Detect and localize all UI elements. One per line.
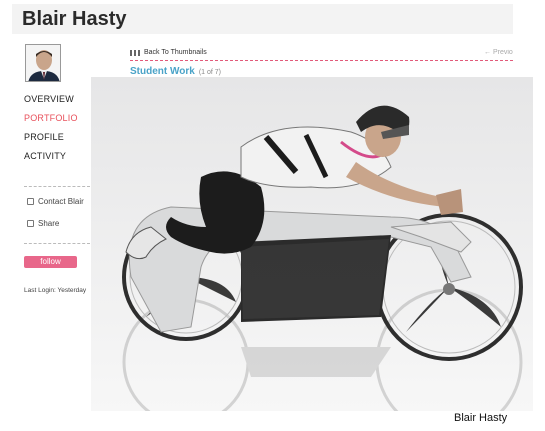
contact-label: Contact Blair <box>38 197 84 206</box>
portfolio-image[interactable] <box>91 77 533 411</box>
contact-link[interactable]: Contact Blair <box>27 197 84 206</box>
section-title-text: Student Work <box>130 66 195 77</box>
profile-name: Blair Hasty <box>22 8 127 30</box>
previous-link[interactable]: ← Previous <box>484 49 513 56</box>
avatar[interactable] <box>25 44 61 82</box>
nav-item-portfolio[interactable]: PORTFOLIO <box>24 112 78 131</box>
follow-button[interactable]: follow <box>24 256 77 268</box>
image-count: (1 of 7) <box>198 69 222 76</box>
back-label: Back To Thumbnails <box>144 49 207 56</box>
profile-nav: OVERVIEW PORTFOLIO PROFILE ACTIVITY <box>24 93 78 169</box>
section-title: Student Work (1 of 7) <box>130 66 221 77</box>
concept-bike-rider-image <box>91 77 533 411</box>
share-label: Share <box>38 219 60 228</box>
nav-item-profile[interactable]: PROFILE <box>24 131 78 150</box>
share-link[interactable]: Share <box>27 219 59 228</box>
divider <box>24 186 90 187</box>
nav-item-activity[interactable]: ACTIVITY <box>24 150 78 169</box>
grid-icon <box>130 49 140 56</box>
image-caption: Blair Hasty <box>454 412 508 424</box>
last-login: Last Login: Yesterday <box>24 287 87 294</box>
back-to-thumbnails-link[interactable]: Back To Thumbnails <box>130 49 207 56</box>
divider <box>130 60 513 61</box>
user-avatar-icon <box>26 45 60 81</box>
mail-icon <box>27 198 34 205</box>
nav-item-overview[interactable]: OVERVIEW <box>24 93 78 112</box>
share-icon <box>27 220 34 227</box>
divider <box>24 243 90 244</box>
